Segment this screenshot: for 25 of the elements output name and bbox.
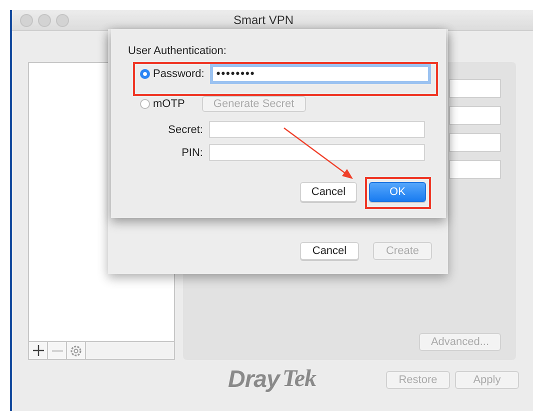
sheet-button[interactable]: Cancel	[300, 242, 359, 260]
plus-icon	[32, 345, 44, 356]
logo: DrayTek	[228, 366, 316, 394]
zoom-button[interactable]	[56, 14, 69, 26]
cancel-button[interactable]: Cancel	[300, 182, 357, 202]
field-label: Secret:	[167, 124, 203, 136]
close-button[interactable]	[20, 14, 33, 26]
password-radio[interactable]: Password:	[140, 68, 204, 80]
add-button[interactable]	[29, 342, 48, 359]
dialog-heading: User Authentication:	[128, 45, 228, 57]
ok-button[interactable]: OK	[369, 182, 426, 202]
window-title: Smart VPN	[232, 13, 294, 27]
input-field[interactable]	[209, 121, 425, 138]
input-field[interactable]	[449, 160, 501, 179]
input-field[interactable]	[449, 106, 501, 125]
field-label: PIN:	[180, 146, 203, 158]
motp-radio[interactable]: mOTP	[140, 98, 185, 110]
input-field[interactable]	[449, 79, 501, 98]
gear-icon	[70, 344, 82, 356]
settings-button[interactable]	[67, 342, 86, 359]
input-field[interactable]	[449, 133, 501, 152]
input-field[interactable]	[209, 144, 425, 161]
minimize-button[interactable]	[38, 14, 51, 26]
minus-icon	[52, 350, 62, 352]
password-field[interactable]: ••••••••	[210, 64, 431, 84]
